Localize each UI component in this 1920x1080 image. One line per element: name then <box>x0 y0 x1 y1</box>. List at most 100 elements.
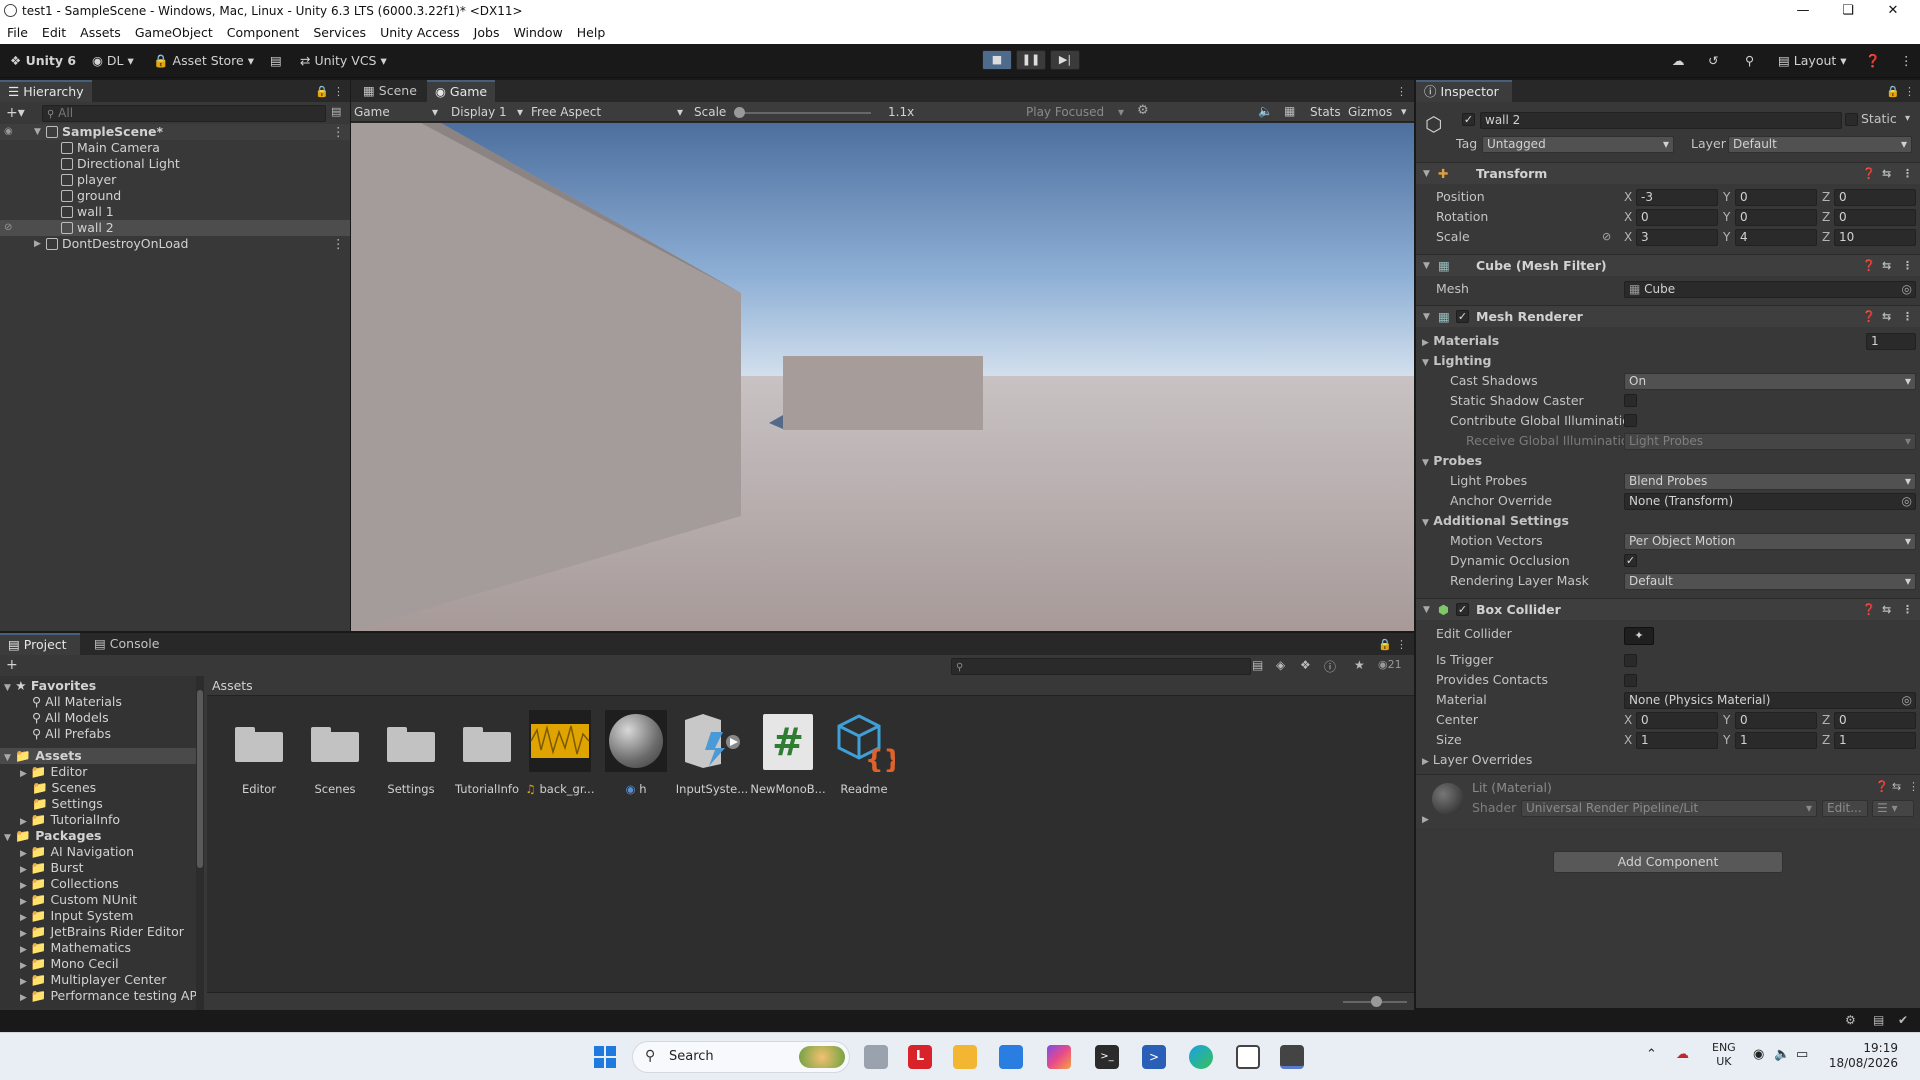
help-icon[interactable]: ❓ <box>1865 52 1881 70</box>
menu-jobs[interactable]: Jobs <box>467 22 507 44</box>
size-z-field[interactable]: 1 <box>1834 732 1916 749</box>
constrain-proportions-icon[interactable]: ⊘ <box>1602 228 1611 246</box>
object-picker-icon[interactable]: ◎ <box>1902 282 1912 297</box>
scale-slider-thumb[interactable] <box>734 107 745 118</box>
asset-tile[interactable] <box>455 714 519 778</box>
tab-scene[interactable]: ▦ Scene <box>355 80 425 102</box>
menu-help[interactable]: Help <box>570 22 613 44</box>
package-icon[interactable]: ▤ <box>270 52 282 70</box>
package-item[interactable]: ▶ 📁 Mono Cecil <box>20 956 119 972</box>
help-icon[interactable]: ❓ <box>1862 306 1876 328</box>
scale-slider-track[interactable] <box>738 112 871 114</box>
task-view-icon[interactable] <box>864 1045 888 1069</box>
package-item[interactable]: ▶ 📁 Collections <box>20 876 119 892</box>
shader-dropdown[interactable]: Universal Render Pipeline/Lit ▾ <box>1521 800 1817 817</box>
asset-tile[interactable] <box>379 714 443 778</box>
lock-icon[interactable]: 🔒 <box>315 85 329 98</box>
dynamic-occlusion-checkbox[interactable]: ✓ <box>1624 554 1637 567</box>
language-indicator[interactable]: ENG UK <box>1712 1041 1736 1069</box>
maximize-icon[interactable]: ❏ <box>1828 0 1868 22</box>
help-icon[interactable]: ❓ <box>1875 780 1889 793</box>
create-asset-button[interactable]: + <box>6 657 18 673</box>
scene-root-row[interactable]: ◉ ▼ SampleScene* ⋮ <box>0 124 350 140</box>
component-menu-icon[interactable]: ⋮ <box>1902 163 1913 185</box>
menu-gameobject[interactable]: GameObject <box>128 22 220 44</box>
object-picker-icon[interactable]: ◎ <box>1902 693 1912 708</box>
package-item[interactable]: ▶ 📁 Multiplayer Center <box>20 972 166 988</box>
project-search-input[interactable]: ⚲ <box>951 658 1251 675</box>
layer-overrides-foldout[interactable]: ▶ Layer Overrides <box>1422 751 1532 769</box>
packages-root-row[interactable]: ▼ 📁 Packages <box>4 828 102 844</box>
favorite-star-icon[interactable]: ★ <box>1354 658 1365 672</box>
menu-kebab-icon[interactable]: ⋮ <box>333 85 344 98</box>
materials-foldout[interactable]: ▶ Materials <box>1422 332 1499 350</box>
breadcrumb-assets[interactable]: Assets <box>212 678 253 693</box>
provides-contacts-checkbox[interactable] <box>1624 674 1637 687</box>
probes-foldout[interactable]: ▼ Probes <box>1422 452 1482 470</box>
material-fold-icon[interactable]: ▶ <box>1422 815 1429 825</box>
package-item[interactable]: ▶ 📁 AI Navigation <box>20 844 134 860</box>
preset-icon[interactable]: ⇆ <box>1882 255 1891 277</box>
history-icon[interactable]: ↺ <box>1708 52 1718 70</box>
component-menu-icon[interactable]: ⋮ <box>1902 306 1913 328</box>
asset-tile[interactable] <box>227 714 291 778</box>
tab-inspector[interactable]: ⓘ Inspector <box>1416 80 1512 102</box>
scale-z-field[interactable]: 10 <box>1834 229 1916 246</box>
layout-button[interactable]: ▤ Layout ▾ <box>1778 52 1847 70</box>
project-lock-icon[interactable]: 🔒 <box>1378 638 1392 651</box>
asset-folder-item[interactable]: ▶ 📁 Editor <box>20 764 87 780</box>
component-menu-icon[interactable]: ⋮ <box>1902 255 1913 277</box>
dontdestroy-menu-icon[interactable]: ⋮ <box>332 236 345 252</box>
asset-folder-item[interactable]: ▶ 📁 TutorialInfo <box>20 812 120 828</box>
file-explorer-icon[interactable] <box>953 1045 977 1069</box>
transform-fold-icon[interactable]: ▼ <box>1423 163 1430 185</box>
package-item[interactable]: ▶ 📁 JetBrains Rider Editor <box>20 924 184 940</box>
position-y-field[interactable]: 0 <box>1735 189 1817 206</box>
bug-icon[interactable]: ⚙ <box>1137 103 1149 118</box>
mesh-renderer-enabled-checkbox[interactable]: ✓ <box>1456 310 1469 323</box>
unity-hub-icon[interactable] <box>1236 1045 1260 1069</box>
object-picker-icon[interactable]: ◎ <box>1902 494 1912 509</box>
project-menu-icon[interactable]: ⋮ <box>1396 638 1407 651</box>
mesh-filter-fold-icon[interactable]: ▼ <box>1423 255 1430 277</box>
cast-shadows-dropdown[interactable]: On ▾ <box>1624 373 1916 390</box>
motion-vectors-dropdown[interactable]: Per Object Motion ▾ <box>1624 533 1916 550</box>
size-x-field[interactable]: 1 <box>1636 732 1718 749</box>
package-item[interactable]: ▶ 📁 Performance testing API <box>20 988 201 1004</box>
package-item[interactable]: ▶ 📁 Mathematics <box>20 940 131 956</box>
status-check-icon[interactable]: ✔ <box>1898 1013 1908 1027</box>
unity-version-button[interactable]: ❖ Unity 6 <box>10 52 76 70</box>
static-checkbox[interactable] <box>1845 113 1858 126</box>
edge-icon[interactable] <box>1189 1045 1213 1069</box>
is-trigger-checkbox[interactable] <box>1624 654 1637 667</box>
asset-folder-item[interactable]: 📁 Settings <box>32 796 103 812</box>
materials-count-field[interactable]: 1 <box>1866 333 1916 350</box>
hierarchy-item[interactable]: Main Camera <box>0 140 350 156</box>
shader-edit-button[interactable]: Edit... <box>1822 800 1868 817</box>
cloud-icon[interactable]: ☁ <box>1672 52 1685 70</box>
hierarchy-item[interactable]: Directional Light <box>0 156 350 172</box>
aspect-dropdown[interactable]: Free Aspect ▾ <box>531 104 691 120</box>
static-shadow-caster-checkbox[interactable] <box>1624 394 1637 407</box>
pause-button[interactable]: ❚❚ <box>1016 50 1046 70</box>
collapse-arrow-icon[interactable]: ▶ <box>34 236 41 252</box>
inspector-menu-icon[interactable]: ⋮ <box>1904 85 1915 98</box>
unity-editor-icon[interactable] <box>1280 1045 1304 1069</box>
search-icon[interactable]: ⚲ <box>1745 52 1754 70</box>
play-focused-dropdown[interactable]: Play Focused ▾ <box>1026 104 1126 120</box>
tab-game[interactable]: ◉ Game <box>427 80 496 102</box>
contribute-gi-checkbox[interactable] <box>1624 414 1637 427</box>
wifi-icon[interactable]: ◉ <box>1753 1047 1764 1062</box>
rendering-layer-mask-dropdown[interactable]: Default ▾ <box>1624 573 1916 590</box>
layer-dropdown[interactable]: Default ▾ <box>1728 136 1912 153</box>
menu-component[interactable]: Component <box>220 22 307 44</box>
search-by-type-icon[interactable]: ▤ <box>1252 658 1263 672</box>
size-y-field[interactable]: 1 <box>1735 732 1817 749</box>
preset-icon[interactable]: ⇆ <box>1882 163 1891 185</box>
rotation-x-field[interactable]: 0 <box>1636 209 1718 226</box>
hierarchy-item[interactable]: ground <box>0 188 350 204</box>
tab-project[interactable]: ▤ Project <box>0 633 80 655</box>
center-x-field[interactable]: 0 <box>1636 712 1718 729</box>
powershell-icon[interactable]: > <box>1142 1045 1166 1069</box>
mute-audio-icon[interactable]: 🔈 <box>1258 104 1273 118</box>
